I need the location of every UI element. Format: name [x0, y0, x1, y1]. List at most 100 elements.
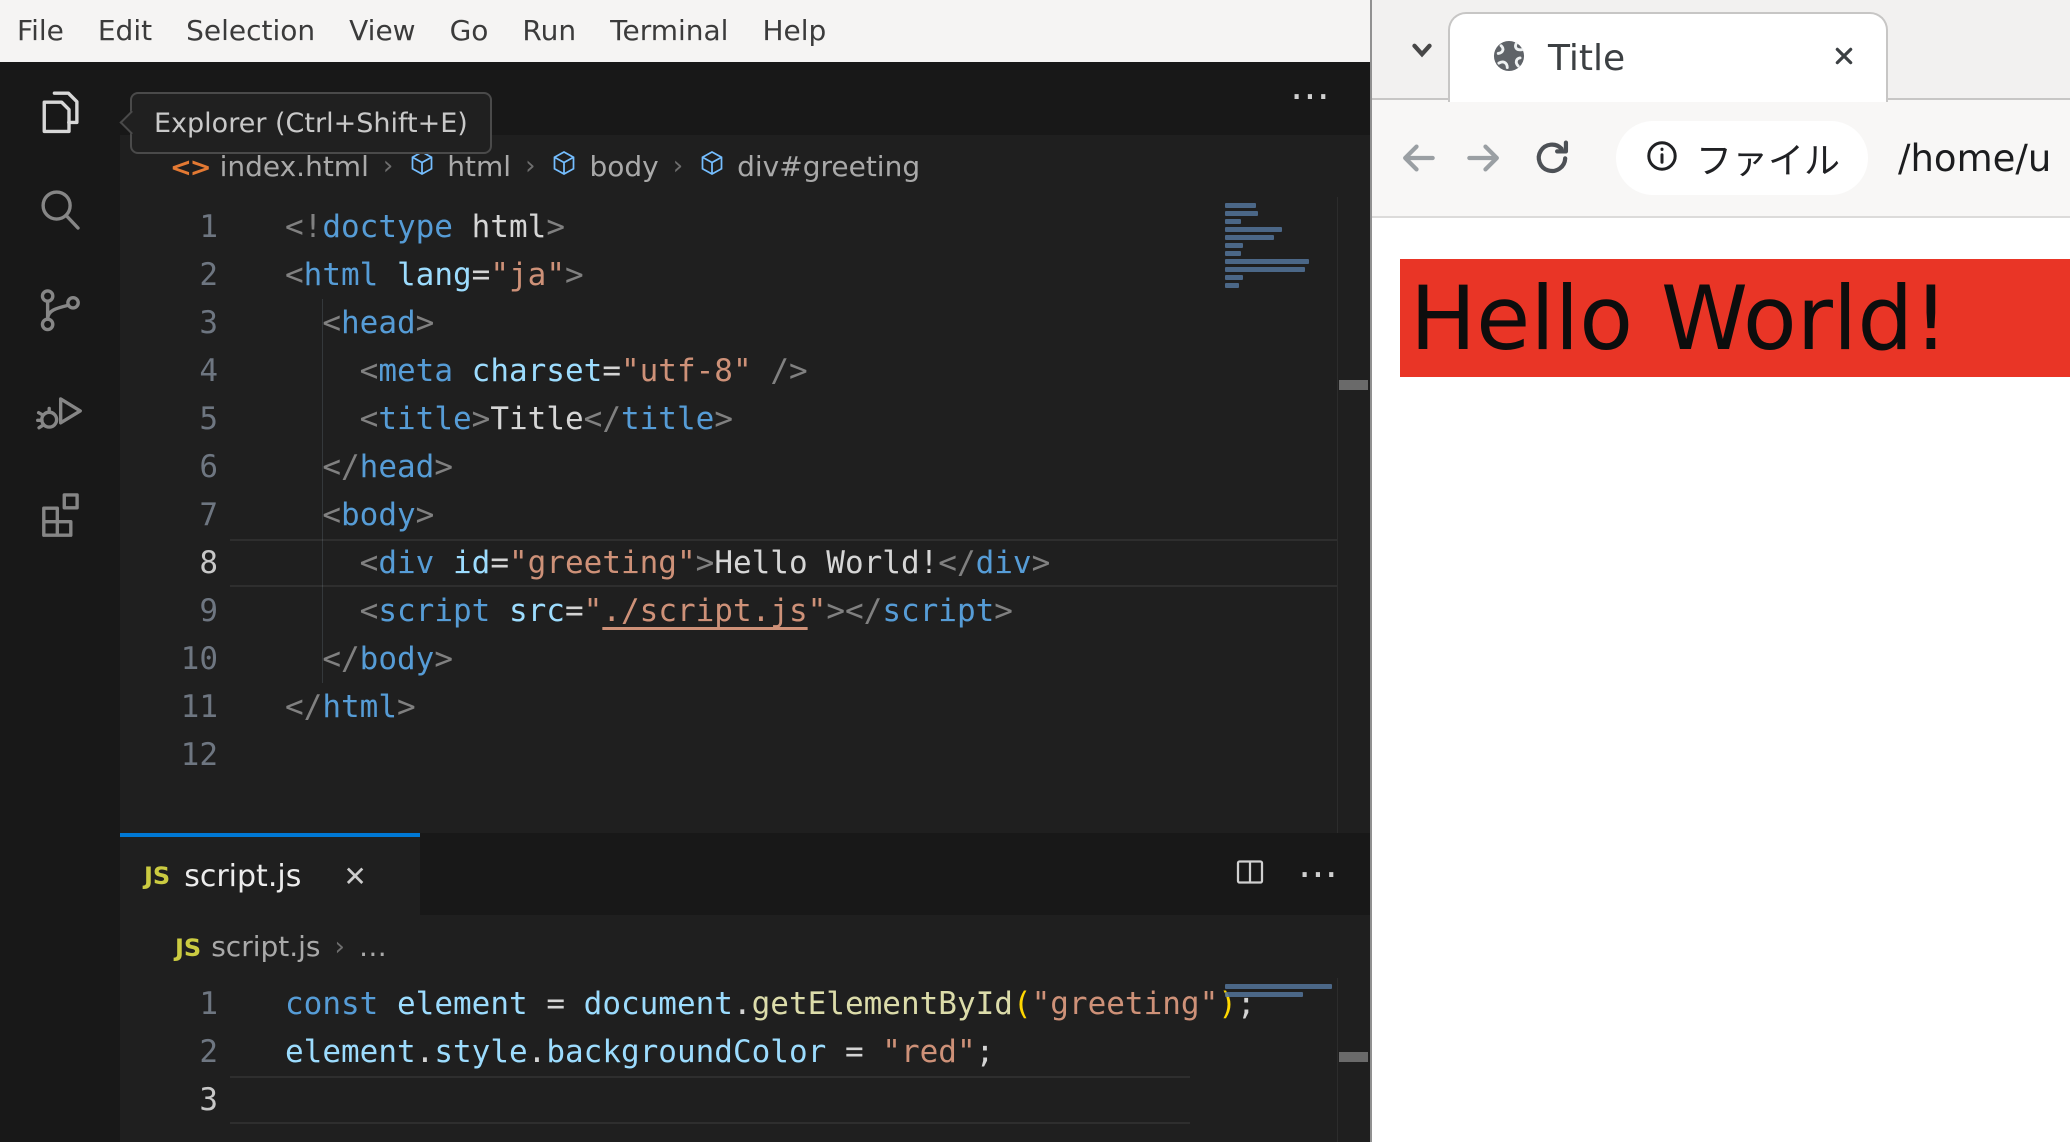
- line-number: 3: [199, 1082, 218, 1118]
- code-line: 1 <!doctype html>: [120, 203, 1370, 251]
- browser-window: Title ファイル /home/u Hello World!: [1370, 0, 2070, 1142]
- forward-arrow-icon[interactable]: [1460, 134, 1508, 182]
- editor-group2-tabbar: JS script.js ✕ ⋯: [120, 833, 1370, 915]
- activity-bar-item-extensions[interactable]: [0, 462, 120, 562]
- minimap-line: [1225, 219, 1242, 224]
- code-line: 3 <head>: [120, 299, 1370, 347]
- js-file-icon: JS: [175, 934, 202, 962]
- breadcrumb-label: div#greeting: [737, 149, 921, 183]
- activity-bar-item-search[interactable]: [0, 162, 120, 262]
- menu-item-go[interactable]: Go: [433, 0, 506, 62]
- greeting-text: Hello World!: [1410, 266, 1949, 370]
- breadcrumb-item[interactable]: JS script.js: [175, 930, 321, 963]
- tab-label: script.js: [184, 858, 302, 894]
- chevron-down-icon[interactable]: [1402, 30, 1442, 70]
- breadcrumb-separator: ›: [672, 151, 684, 181]
- menu-item-view[interactable]: View: [332, 0, 432, 62]
- symbol-cube-icon: [549, 148, 579, 185]
- line-number: 3: [199, 305, 218, 341]
- activity-bar-item-run-debug[interactable]: [0, 362, 120, 462]
- minimap[interactable]: [1225, 984, 1337, 1008]
- html-file-icon: <>: [170, 152, 212, 183]
- code-line-text: const element = document.getElementById(…: [285, 986, 1256, 1022]
- activity-bar-item-explorer[interactable]: [0, 62, 120, 162]
- globe-icon: [1490, 37, 1528, 79]
- address-bar-url[interactable]: /home/u: [1898, 137, 2051, 180]
- reload-icon[interactable]: [1528, 134, 1576, 182]
- activity-bar-item-source-control[interactable]: [0, 262, 120, 362]
- browser-page: Hello World!: [1372, 218, 2070, 1142]
- menu-item-terminal[interactable]: Terminal: [593, 0, 745, 62]
- menu-item-file[interactable]: File: [0, 0, 81, 62]
- line-number: 2: [199, 1034, 218, 1070]
- run-debug-icon: [33, 383, 87, 441]
- back-arrow-icon[interactable]: [1394, 134, 1442, 182]
- code-line-text: <meta charset="utf-8" />: [359, 353, 808, 389]
- code-line-text: <title>Title</title>: [359, 401, 733, 437]
- code-line-text: element.style.backgroundColor = "red";: [285, 1034, 995, 1070]
- line-number: 4: [199, 353, 218, 389]
- source-control-icon: [33, 283, 87, 341]
- menu-item-selection[interactable]: Selection: [169, 0, 332, 62]
- code-line-text: <head>: [322, 305, 435, 341]
- menu-item-edit[interactable]: Edit: [81, 0, 169, 62]
- minimap-line: [1225, 243, 1244, 248]
- breadcrumb: JS script.js ›…: [120, 915, 1370, 978]
- code-line: 1 const element = document.getElementById…: [120, 980, 1370, 1028]
- breadcrumb-item[interactable]: body: [549, 148, 659, 185]
- minimap-line: [1225, 283, 1240, 288]
- code-line: 12: [120, 731, 1370, 779]
- minimap-line: [1225, 984, 1332, 989]
- scrollbar-track[interactable]: [1337, 197, 1338, 833]
- editor-group2-actions: ⋯: [1232, 833, 1340, 915]
- browser-tab-title[interactable]: Title: [1448, 12, 1888, 102]
- menu-item-help[interactable]: Help: [745, 0, 843, 62]
- breadcrumb-separator: ›: [525, 151, 536, 181]
- minimap-line: [1225, 259, 1310, 264]
- close-tab-icon[interactable]: [1828, 40, 1860, 76]
- site-info-label: ファイル: [1696, 141, 1841, 182]
- minimap[interactable]: [1225, 203, 1337, 299]
- code-line: 2 <html lang="ja">: [120, 251, 1370, 299]
- screen: File Edit Selection View Go Run Terminal Help ⋯…: [0, 0, 2070, 1142]
- scrollbar-track[interactable]: [1337, 978, 1338, 1142]
- line-number: 11: [180, 689, 218, 725]
- minimap-line: [1225, 275, 1244, 280]
- close-tab-icon[interactable]: ✕: [343, 860, 366, 893]
- info-icon: [1644, 138, 1680, 178]
- code-line: 5 <title>Title</title>: [120, 395, 1370, 443]
- line-number: 2: [199, 257, 218, 293]
- minimap-line: [1225, 251, 1242, 256]
- line-number: 8: [199, 545, 218, 581]
- symbol-cube-icon: [697, 148, 727, 185]
- code-line: 6 </head>: [120, 443, 1370, 491]
- line-number: 6: [199, 449, 218, 485]
- line-number: 5: [199, 401, 218, 437]
- code-line: 11 </html>: [120, 683, 1370, 731]
- breadcrumb-item[interactable]: …: [359, 930, 387, 963]
- site-info-chip[interactable]: ファイル: [1616, 121, 1869, 195]
- code-line-text: <body>: [322, 497, 435, 533]
- current-line-highlight: [230, 1076, 1190, 1124]
- overview-ruler-cursor-mark: [1339, 380, 1368, 390]
- code-line-text: </html>: [285, 689, 416, 725]
- more-actions-icon[interactable]: ⋯: [1290, 76, 1332, 116]
- explorer-icon: [33, 83, 87, 141]
- menu-item-run[interactable]: Run: [505, 0, 593, 62]
- minimap-line: [1225, 203, 1256, 208]
- tab-script-js[interactable]: JS script.js ✕: [120, 833, 420, 915]
- breadcrumb-label: …: [358, 930, 387, 963]
- breadcrumb-item[interactable]: <> index.html: [170, 150, 369, 183]
- vscode-menubar: File Edit Selection View Go Run Terminal Help: [0, 0, 1370, 62]
- extensions-icon: [33, 483, 87, 541]
- breadcrumb-separator: ›: [382, 151, 394, 181]
- minimap-line: [1225, 992, 1303, 997]
- browser-tab-label: Title: [1548, 37, 1626, 79]
- code-line-text: <html lang="ja">: [285, 257, 584, 293]
- more-actions-icon[interactable]: ⋯: [1298, 854, 1340, 894]
- minimap-line: [1225, 235, 1275, 240]
- code-editor-index-html[interactable]: 1 <!doctype html> 2 <html lang="ja"> 3 <head…: [120, 197, 1370, 833]
- minimap-line: [1225, 211, 1258, 216]
- breadcrumb-item[interactable]: div#greeting: [697, 148, 920, 185]
- split-editor-icon[interactable]: [1232, 854, 1268, 894]
